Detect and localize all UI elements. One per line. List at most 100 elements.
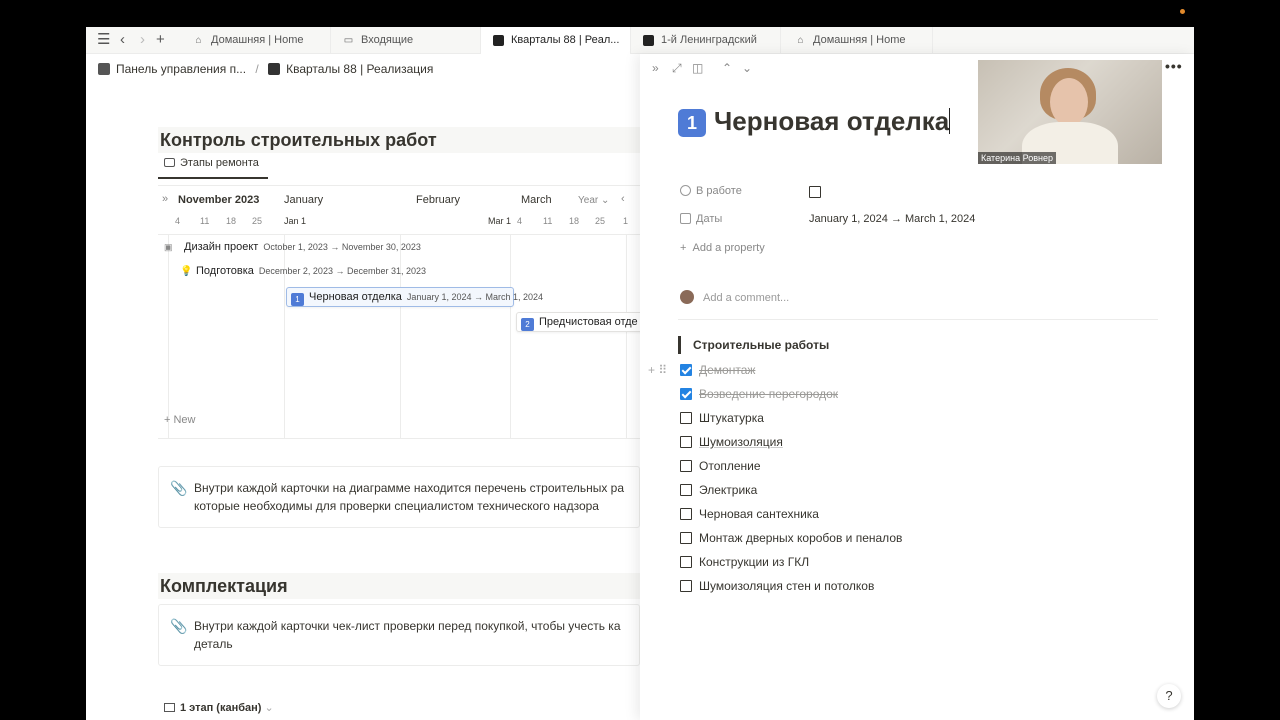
day-label: 4 [175, 216, 181, 226]
participant-name: Катерина Ровнер [978, 152, 1056, 164]
divider [678, 319, 1158, 320]
todo-item[interactable]: Черновая сантехника [680, 507, 819, 521]
checkbox[interactable] [680, 532, 692, 544]
grid-line [626, 234, 627, 438]
checkbox[interactable] [680, 388, 692, 400]
tab-home-2[interactable]: ⌂ Домашняя | Home [783, 27, 933, 54]
checkbox[interactable] [680, 460, 692, 472]
expand-icon[interactable]: ⤢ [672, 61, 682, 76]
callout-stages: 📎 Внутри каждой карточки на диаграмме на… [158, 466, 640, 528]
todo-item[interactable]: Конструкции из ГКЛ [680, 555, 809, 569]
sidebar-menu-icon[interactable]: ☰ [97, 31, 110, 49]
grid-line [510, 234, 511, 438]
timeline-item-rough[interactable]: 1 Черновая отделка January 1, 2024 → March… [286, 287, 543, 307]
checkbox[interactable] [680, 412, 692, 424]
property-dates[interactable]: Даты [680, 213, 722, 225]
number-two-icon: 2 [521, 318, 534, 331]
day-label: Mar 1 [488, 216, 512, 226]
drag-handle-icon[interactable]: + ⠿ [648, 363, 667, 377]
chevron-down-icon[interactable]: ⌄ [742, 61, 752, 75]
day-label: 18 [569, 216, 580, 226]
timeline-item-prefinish[interactable]: 2 Предчистовая отде [516, 312, 640, 332]
day-label: 11 [200, 216, 210, 226]
tab-home[interactable]: ⌂ Домашняя | Home [181, 27, 331, 54]
tab-inbox[interactable]: ▭ Входящие [331, 27, 481, 54]
day-label: 11 [543, 216, 553, 226]
todo-item[interactable]: Шумоизоляция [680, 435, 783, 449]
todo-item[interactable]: Электрика [680, 483, 757, 497]
recording-indicator [1180, 9, 1185, 14]
checkbox[interactable] [680, 556, 692, 568]
checkbox[interactable] [680, 436, 692, 448]
home-icon: ⌂ [195, 35, 202, 46]
comment-input[interactable]: Add a comment... [680, 290, 789, 304]
todo-item[interactable]: Отопление [680, 459, 761, 473]
checkbox[interactable] [680, 484, 692, 496]
breadcrumb-current[interactable]: Кварталы 88 | Реализация [268, 62, 433, 76]
tab-leningradsky[interactable]: 1-й Ленинградский [631, 27, 781, 54]
day-label: 25 [252, 216, 263, 226]
section-title-equipment: Комплектация [158, 573, 640, 599]
prev-icon[interactable]: ‹ [621, 193, 625, 205]
number-one-icon: 1 [291, 293, 304, 306]
month-label: January [284, 194, 324, 206]
inbox-icon: ▭ [343, 35, 354, 46]
timeline-item-design[interactable]: ▣ Дизайн проект October 1, 2023 → November… [160, 238, 421, 258]
todo-item[interactable]: Шумоизоляция стен и потолков [680, 579, 874, 593]
new-item-button[interactable]: + New [164, 414, 196, 426]
checkbox[interactable] [680, 508, 692, 520]
number-one-icon: 1 [678, 109, 706, 137]
todo-item[interactable]: Возведение перегородок [680, 387, 838, 401]
paperclip-icon: 📎 [170, 618, 188, 634]
grid-line [168, 234, 169, 438]
collapse-icon[interactable]: » [162, 193, 168, 205]
day-label: 25 [595, 216, 606, 226]
breadcrumb: Панель управления п... / Кварталы 88 | Р… [98, 62, 433, 76]
dates-value[interactable]: January 1, 2024 → March 1, 2024 [809, 213, 975, 225]
page-icon [643, 35, 654, 46]
close-panel-icon[interactable]: » [652, 61, 659, 75]
section-title-control: Контроль строительных работ [158, 127, 640, 153]
status-icon [680, 185, 691, 196]
tab-kvartaly[interactable]: Кварталы 88 | Реал... [481, 27, 631, 54]
tab-view-stages[interactable]: Этапы ремонта [158, 157, 268, 179]
view-kanban[interactable]: 1 этап (канбан) ⌄ [164, 701, 274, 714]
back-icon[interactable]: ‹ [120, 31, 125, 49]
open-as-page-icon[interactable]: ◫ [692, 61, 703, 75]
add-property-button[interactable]: + Add a property [680, 242, 765, 254]
chevron-up-icon[interactable]: ⌃ [722, 61, 732, 75]
checkbox[interactable] [680, 364, 692, 376]
calendar-icon [680, 213, 691, 224]
header-divider [158, 234, 640, 235]
todo-item[interactable]: Штукатурка [680, 411, 764, 425]
status-checkbox[interactable] [809, 186, 821, 198]
month-label: November 2023 [178, 194, 260, 206]
video-call-overlay: Катерина Ровнер [978, 60, 1162, 164]
property-status[interactable]: В работе [680, 185, 742, 197]
callout-equipment: 📎 Внутри каждой карточки чек-лист провер… [158, 604, 640, 666]
timeline-item-prep[interactable]: 💡 Подготовка December 2, 2023 → December 3… [172, 262, 462, 282]
participant-face [1050, 78, 1088, 126]
text-caret [949, 108, 951, 134]
todo-item[interactable]: Монтаж дверных коробов и пеналов [680, 531, 902, 545]
avatar [680, 290, 694, 304]
day-label: Jan 1 [284, 216, 307, 226]
board-icon [164, 703, 175, 712]
page-icon [98, 63, 110, 75]
timeline-view: » November 2023 January February March Y… [158, 185, 640, 439]
new-tab-icon[interactable]: + [156, 31, 165, 49]
section-heading: Строительные работы [678, 336, 829, 354]
more-options-icon[interactable]: ••• [1165, 58, 1183, 74]
page-title[interactable]: 1 Черновая отделка [678, 106, 951, 137]
chevron-down-icon: ⌄ [264, 702, 274, 714]
todo-item[interactable]: Демонтаж [680, 363, 755, 377]
home-icon: ⌂ [797, 35, 804, 46]
day-label: 18 [226, 216, 237, 226]
scale-select[interactable]: Year ⌄ [578, 195, 609, 206]
tab-bar: ☰ ‹ › + ⌂ Домашняя | Home ▭ Входящие Кварт… [86, 27, 1194, 54]
person-icon: ▣ [164, 242, 173, 252]
breadcrumb-parent[interactable]: Панель управления п... [98, 62, 246, 76]
checkbox[interactable] [680, 580, 692, 592]
help-button[interactable]: ? [1157, 684, 1181, 708]
forward-icon[interactable]: › [140, 31, 145, 49]
